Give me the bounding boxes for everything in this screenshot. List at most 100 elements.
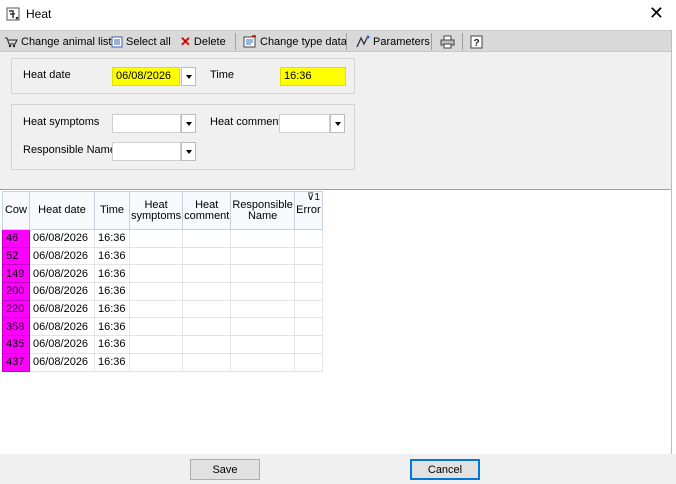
time-cell[interactable]: 16:36 — [94, 317, 130, 337]
heat-date-cell[interactable]: 06/08/2026 — [29, 317, 95, 337]
cow-cell[interactable]: 52 — [2, 246, 30, 266]
time-cell[interactable]: 16:36 — [94, 229, 130, 248]
error-cell[interactable] — [293, 246, 323, 266]
heat-symptoms-cell[interactable] — [128, 299, 184, 319]
time-label: Time — [210, 69, 235, 81]
responsible-name-cell[interactable] — [230, 317, 295, 337]
error-cell[interactable] — [293, 264, 323, 284]
heat-comment-cell[interactable] — [182, 352, 232, 372]
heat-symptoms-cell[interactable] — [128, 246, 184, 266]
heat-date-cell[interactable]: 06/08/2026 — [29, 264, 95, 284]
heat-comment-cell[interactable] — [182, 264, 232, 284]
cancel-button[interactable]: Cancel — [410, 459, 480, 480]
responsible-name-cell[interactable] — [230, 264, 295, 284]
column-header-error[interactable]: ⊽1 Error — [293, 191, 323, 230]
table-row[interactable]: 52 06/08/2026 16:36 — [2, 246, 323, 266]
error-cell[interactable] — [293, 352, 323, 372]
print-button[interactable] — [440, 33, 455, 50]
cow-cell[interactable]: 46 — [2, 229, 30, 248]
error-cell[interactable] — [293, 282, 323, 301]
table-row[interactable]: 149 06/08/2026 16:36 — [2, 264, 323, 284]
responsible-name-cell[interactable] — [230, 282, 295, 301]
help-button[interactable]: ? — [470, 33, 483, 50]
select-all-button[interactable]: Select all — [111, 33, 171, 50]
responsible-name-dropdown[interactable] — [181, 142, 196, 161]
responsible-name-field[interactable] — [112, 142, 181, 161]
heat-comment-cell[interactable] — [182, 282, 232, 301]
heat-symptoms-field[interactable] — [112, 114, 181, 133]
time-field[interactable]: 16:36 — [280, 67, 346, 86]
close-icon[interactable]: ✕ — [649, 3, 664, 23]
cow-cell[interactable]: 435 — [2, 335, 30, 354]
heat-symptoms-cell[interactable] — [128, 335, 184, 354]
table-row[interactable]: 437 06/08/2026 16:36 — [2, 352, 323, 372]
heat-symptoms-cell[interactable] — [128, 264, 184, 284]
delete-button[interactable]: ✕ Delete — [180, 33, 226, 50]
heat-symptoms-cell[interactable] — [128, 317, 184, 337]
time-cell[interactable]: 16:36 — [94, 264, 130, 284]
error-cell[interactable] — [293, 229, 323, 248]
column-header-heat-symptoms[interactable]: Heat symptoms — [128, 191, 184, 230]
table-row[interactable]: 358 06/08/2026 16:36 — [2, 317, 323, 337]
table-row[interactable]: 46 06/08/2026 16:36 — [2, 229, 323, 248]
cow-cell[interactable]: 220 — [2, 299, 30, 319]
heat-comment-cell[interactable] — [182, 335, 232, 354]
column-header-cow[interactable]: Cow — [2, 191, 30, 230]
heat-comment-field[interactable] — [279, 114, 330, 133]
error-cell[interactable] — [293, 299, 323, 319]
heat-comment-label: Heat comment — [210, 116, 282, 128]
heat-symptoms-cell[interactable] — [128, 352, 184, 372]
responsible-name-cell[interactable] — [230, 229, 295, 248]
responsible-name-cell[interactable] — [230, 246, 295, 266]
heat-comment-cell[interactable] — [182, 229, 232, 248]
responsible-name-cell[interactable] — [230, 335, 295, 354]
heat-date-field[interactable]: 06/08/2026 — [112, 67, 180, 86]
time-cell[interactable]: 16:36 — [94, 282, 130, 301]
change-type-data-button[interactable]: Change type data — [243, 33, 347, 50]
error-cell[interactable] — [293, 335, 323, 354]
form-panel: Heat date 06/08/2026 Time 16:36 Heat sym… — [0, 52, 672, 189]
error-cell[interactable] — [293, 317, 323, 337]
table-row[interactable]: 200 06/08/2026 16:36 — [2, 282, 323, 301]
column-header-heat-comment[interactable]: Heat comment — [182, 191, 232, 230]
heat-date-cell[interactable]: 06/08/2026 — [29, 282, 95, 301]
cow-cell[interactable]: 437 — [2, 352, 30, 372]
table-row[interactable]: 435 06/08/2026 16:36 — [2, 335, 323, 354]
change-list-icon — [5, 37, 18, 47]
time-cell[interactable]: 16:36 — [94, 352, 130, 372]
responsible-name-cell[interactable] — [230, 299, 295, 319]
heat-symptoms-dropdown[interactable] — [181, 114, 196, 133]
column-header-time[interactable]: Time — [94, 191, 130, 230]
cow-cell[interactable]: 200 — [2, 282, 30, 301]
time-cell[interactable]: 16:36 — [94, 335, 130, 354]
heat-date-cell[interactable]: 06/08/2026 — [29, 229, 95, 248]
table-row[interactable]: 220 06/08/2026 16:36 — [2, 299, 323, 319]
column-header-heat-date[interactable]: Heat date — [29, 191, 95, 230]
filter-indicator[interactable]: ⊽1 — [307, 193, 320, 203]
heat-comment-dropdown[interactable] — [330, 114, 345, 133]
parameters-icon — [356, 35, 370, 48]
toolbar-separator — [462, 33, 463, 50]
window-border — [671, 30, 672, 454]
heat-date-cell[interactable]: 06/08/2026 — [29, 299, 95, 319]
heat-symptoms-cell[interactable] — [128, 282, 184, 301]
heat-date-cell[interactable]: 06/08/2026 — [29, 352, 95, 372]
parameters-button[interactable]: Parameters — [356, 33, 430, 50]
heat-comment-cell[interactable] — [182, 246, 232, 266]
heat-date-cell[interactable]: 06/08/2026 — [29, 335, 95, 354]
heat-comment-cell[interactable] — [182, 317, 232, 337]
heat-date-cell[interactable]: 06/08/2026 — [29, 246, 95, 266]
save-button[interactable]: Save — [190, 459, 260, 480]
heat-date-dropdown[interactable] — [181, 67, 196, 86]
heat-comment-cell[interactable] — [182, 299, 232, 319]
time-cell[interactable]: 16:36 — [94, 246, 130, 266]
column-header-responsible-name[interactable]: Responsible Name — [230, 191, 295, 230]
data-grid: Cow Heat date Time Heat symptoms Heat co… — [2, 191, 323, 372]
responsible-name-cell[interactable] — [230, 352, 295, 372]
heat-symptoms-cell[interactable] — [128, 229, 184, 248]
time-cell[interactable]: 16:36 — [94, 299, 130, 319]
data-grid-area: Cow Heat date Time Heat symptoms Heat co… — [0, 189, 672, 454]
change-animal-list-button[interactable]: Change animal list — [4, 33, 112, 50]
cow-cell[interactable]: 149 — [2, 264, 30, 284]
cow-cell[interactable]: 358 — [2, 317, 30, 337]
